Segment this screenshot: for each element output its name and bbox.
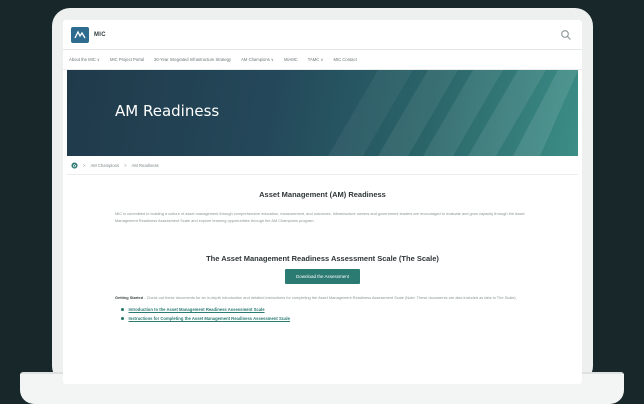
nav-item-miamc[interactable]: MiAMC: [284, 57, 298, 62]
site-logo-text: MIC: [94, 31, 106, 38]
list-item: Introduction to the Asset Management Rea…: [115, 305, 530, 314]
page-title: AM Readiness: [115, 102, 220, 120]
nav-item-tamc[interactable]: TAMC ∨: [308, 57, 324, 62]
browser-screen: MIC About the MIC ∨ MIC Project Portal 3…: [63, 20, 582, 384]
nav-item-about[interactable]: About the MIC ∨: [69, 57, 100, 62]
scale-heading: The Asset Management Readiness Assessmen…: [206, 254, 439, 263]
main-nav: About the MIC ∨ MIC Project Portal 30-Ye…: [63, 50, 582, 70]
intro-paragraph: MIC is committed to building a culture o…: [115, 211, 525, 223]
home-icon[interactable]: [71, 161, 78, 169]
search-icon[interactable]: [560, 29, 572, 41]
download-assessment-button[interactable]: Download the Assessment: [284, 269, 361, 284]
document-links: Introduction to the Asset Management Rea…: [115, 305, 530, 323]
section-heading: Asset Management (AM) Readiness: [259, 190, 386, 199]
getting-started-label: Getting Started: [115, 295, 144, 300]
site-header: MIC: [63, 20, 582, 50]
nav-item-contact[interactable]: MIC Contact: [334, 57, 357, 62]
breadcrumb-item-current: AM Readiness: [131, 162, 159, 168]
hero-banner: AM Readiness: [67, 70, 578, 156]
nav-item-am-champions[interactable]: AM Champions ∨: [241, 57, 274, 62]
bullet: [121, 317, 124, 320]
bullet: [121, 308, 124, 311]
getting-started-text: - Check out these documents for an in-de…: [143, 295, 517, 300]
breadcrumb-item-am-champions[interactable]: AM Champions: [90, 163, 119, 168]
nav-item-project-portal[interactable]: MIC Project Portal: [110, 57, 144, 62]
nav-item-strategy[interactable]: 30-Year Integrated Infrastructure Strate…: [154, 57, 231, 62]
logo-icon[interactable]: [71, 26, 89, 43]
main-content: Asset Management (AM) Readiness MIC is c…: [115, 190, 530, 323]
intro-document-link[interactable]: Introduction to the Asset Management Rea…: [129, 307, 265, 312]
breadcrumb-separator: >: [83, 162, 86, 168]
breadcrumb-separator: >: [124, 162, 127, 168]
hero-stripes: [328, 70, 578, 156]
instructions-document-link[interactable]: Instructions for Completing the Asset Ma…: [129, 316, 290, 321]
breadcrumb-divider: [67, 174, 578, 175]
list-item: Instructions for Completing the Asset Ma…: [115, 314, 530, 323]
breadcrumb: > AM Champions > AM Readiness: [71, 159, 159, 171]
getting-started-paragraph: Getting Started - Check out these docume…: [115, 294, 530, 301]
